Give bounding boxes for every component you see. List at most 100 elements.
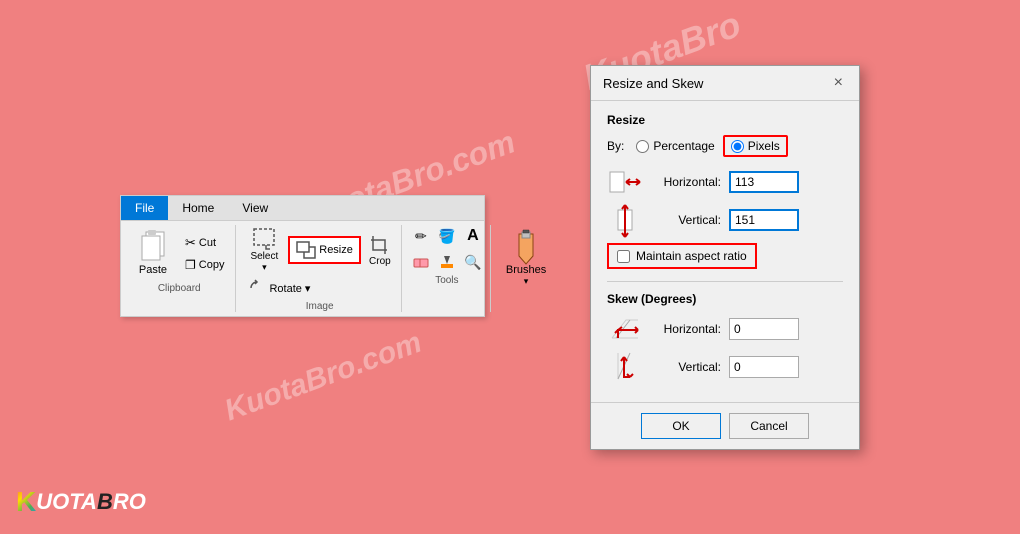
brushes-button[interactable]: Brushes ▾: [499, 225, 553, 292]
logo-k: K: [16, 486, 36, 518]
paste-area: Paste: [129, 225, 177, 281]
skew-v-icon: [608, 351, 642, 383]
ribbon-tab-bar: File Home View: [121, 196, 484, 221]
tab-file[interactable]: File: [121, 196, 168, 220]
maintain-aspect-label[interactable]: Maintain aspect ratio: [607, 243, 757, 269]
cut-label: Cut: [199, 237, 216, 249]
crop-icon: [369, 234, 391, 256]
magnifier-button[interactable]: 🔍: [462, 251, 484, 273]
select-label: Select: [250, 251, 278, 262]
horizontal-resize-row: Horizontal:: [607, 167, 843, 197]
crop-label: Crop: [369, 256, 391, 267]
logo: K UOTA B RO: [16, 486, 146, 518]
tools-area: ✏ 🪣 A: [410, 225, 484, 273]
pixels-radio-label[interactable]: Pixels: [723, 135, 788, 157]
copy-icon: ❐: [185, 258, 196, 272]
brushes-icon: [511, 230, 541, 264]
skew-vertical-row: Vertical:: [607, 352, 843, 382]
pencil-button[interactable]: ✏: [410, 225, 432, 247]
skew-vertical-input[interactable]: [729, 356, 799, 378]
logo-ro: RO: [113, 489, 146, 515]
percentage-radio[interactable]: [636, 140, 649, 153]
dialog-body: Resize By: Percentage Pixels: [591, 101, 859, 402]
pixels-label: Pixels: [748, 139, 780, 153]
maintain-aspect-container: Maintain aspect ratio: [607, 243, 843, 269]
vertical-resize-label: Vertical:: [651, 213, 721, 227]
logo-uota: UOTA: [36, 489, 97, 515]
resize-label: Resize: [319, 244, 353, 256]
skew-section-title: Skew (Degrees): [607, 292, 843, 306]
tools-row-1: ✏ 🪣 A: [410, 225, 484, 247]
select-arrow: ▾: [262, 262, 267, 273]
pixels-radio[interactable]: [731, 140, 744, 153]
tools-row-2: 🔍: [410, 251, 484, 273]
ribbon-body: Paste ✂ Cut ❐ Copy Clipboard: [121, 221, 484, 316]
skew-horizontal-row: Horizontal:: [607, 314, 843, 344]
select-button[interactable]: Select ▾: [244, 225, 284, 275]
text-button[interactable]: A: [462, 225, 484, 247]
skew-h-icon: [608, 316, 642, 342]
image-row-2: Rotate ▾: [244, 277, 394, 299]
horizontal-resize-label: Horizontal:: [651, 175, 721, 189]
vertical-icon: [608, 207, 642, 233]
resize-button[interactable]: Resize: [288, 236, 361, 264]
skew-vertical-icon: [607, 352, 643, 382]
clipboard-section: Paste ✂ Cut ❐ Copy Clipboard: [123, 225, 236, 312]
scissors-icon: ✂: [185, 235, 196, 251]
eraser-button[interactable]: [410, 251, 432, 273]
cut-button[interactable]: ✂ Cut: [180, 232, 229, 254]
clipboard-buttons: Paste ✂ Cut ❐ Copy: [129, 225, 229, 281]
color-picker-button[interactable]: [436, 251, 458, 273]
dialog-close-button[interactable]: ×: [830, 74, 847, 92]
dialog-titlebar: Resize and Skew ×: [591, 66, 859, 101]
percentage-label: Percentage: [653, 139, 714, 153]
rotate-icon: [248, 279, 266, 297]
resize-section-title: Resize: [607, 113, 843, 127]
rotate-label: Rotate ▾: [269, 282, 310, 295]
paste-button[interactable]: Paste: [129, 225, 177, 281]
crop-button[interactable]: Crop: [365, 232, 395, 269]
horizontal-resize-input[interactable]: [729, 171, 799, 193]
cancel-button[interactable]: Cancel: [729, 413, 809, 439]
tools-label: Tools: [435, 275, 458, 286]
vertical-resize-row: Vertical:: [607, 205, 843, 235]
select-icon: [252, 227, 276, 251]
skew-horizontal-input[interactable]: [729, 318, 799, 340]
watermark-3: KuotaBro.com: [220, 326, 426, 429]
by-label: By:: [607, 139, 624, 153]
skew-horizontal-label: Horizontal:: [651, 322, 721, 336]
paint-ribbon: File Home View Paste: [120, 195, 485, 317]
percentage-radio-label[interactable]: Percentage: [636, 139, 714, 153]
rotate-button[interactable]: Rotate ▾: [244, 277, 314, 299]
dialog-buttons: OK Cancel: [591, 402, 859, 449]
clipboard-label: Clipboard: [158, 283, 201, 294]
tools-section: ✏ 🪣 A: [404, 225, 491, 312]
resize-by-row: By: Percentage Pixels: [607, 135, 843, 157]
copy-button[interactable]: ❐ Copy: [180, 255, 229, 275]
copy-label: Copy: [199, 259, 225, 271]
brushes-arrow: ▾: [524, 276, 529, 287]
vertical-resize-input[interactable]: [729, 209, 799, 231]
eraser-icon: [413, 255, 429, 269]
tab-home[interactable]: Home: [168, 196, 228, 220]
tab-view[interactable]: View: [228, 196, 282, 220]
maintain-aspect-checkbox[interactable]: [617, 250, 630, 263]
brushes-section: Brushes ▾: [493, 225, 559, 312]
brushes-label: Brushes: [506, 264, 546, 276]
dialog-title: Resize and Skew: [603, 76, 703, 91]
fill-button[interactable]: 🪣: [436, 225, 458, 247]
ok-button[interactable]: OK: [641, 413, 721, 439]
paste-icon: [138, 230, 168, 264]
image-section: Select ▾ Resize: [238, 225, 401, 312]
skew-vertical-label: Vertical:: [651, 360, 721, 374]
cut-copy-area: ✂ Cut ❐ Copy: [180, 232, 229, 275]
logo-b: B: [97, 489, 113, 515]
image-label: Image: [306, 301, 334, 312]
resize-skew-dialog: Resize and Skew × Resize By: Percentage …: [590, 65, 860, 450]
maintain-aspect-text: Maintain aspect ratio: [636, 249, 747, 263]
horizontal-resize-icon: [607, 167, 643, 197]
image-row-1: Select ▾ Resize: [244, 225, 394, 275]
resize-icon: [296, 241, 316, 259]
image-buttons: Select ▾ Resize: [244, 225, 394, 299]
color-picker-icon: [439, 254, 455, 270]
